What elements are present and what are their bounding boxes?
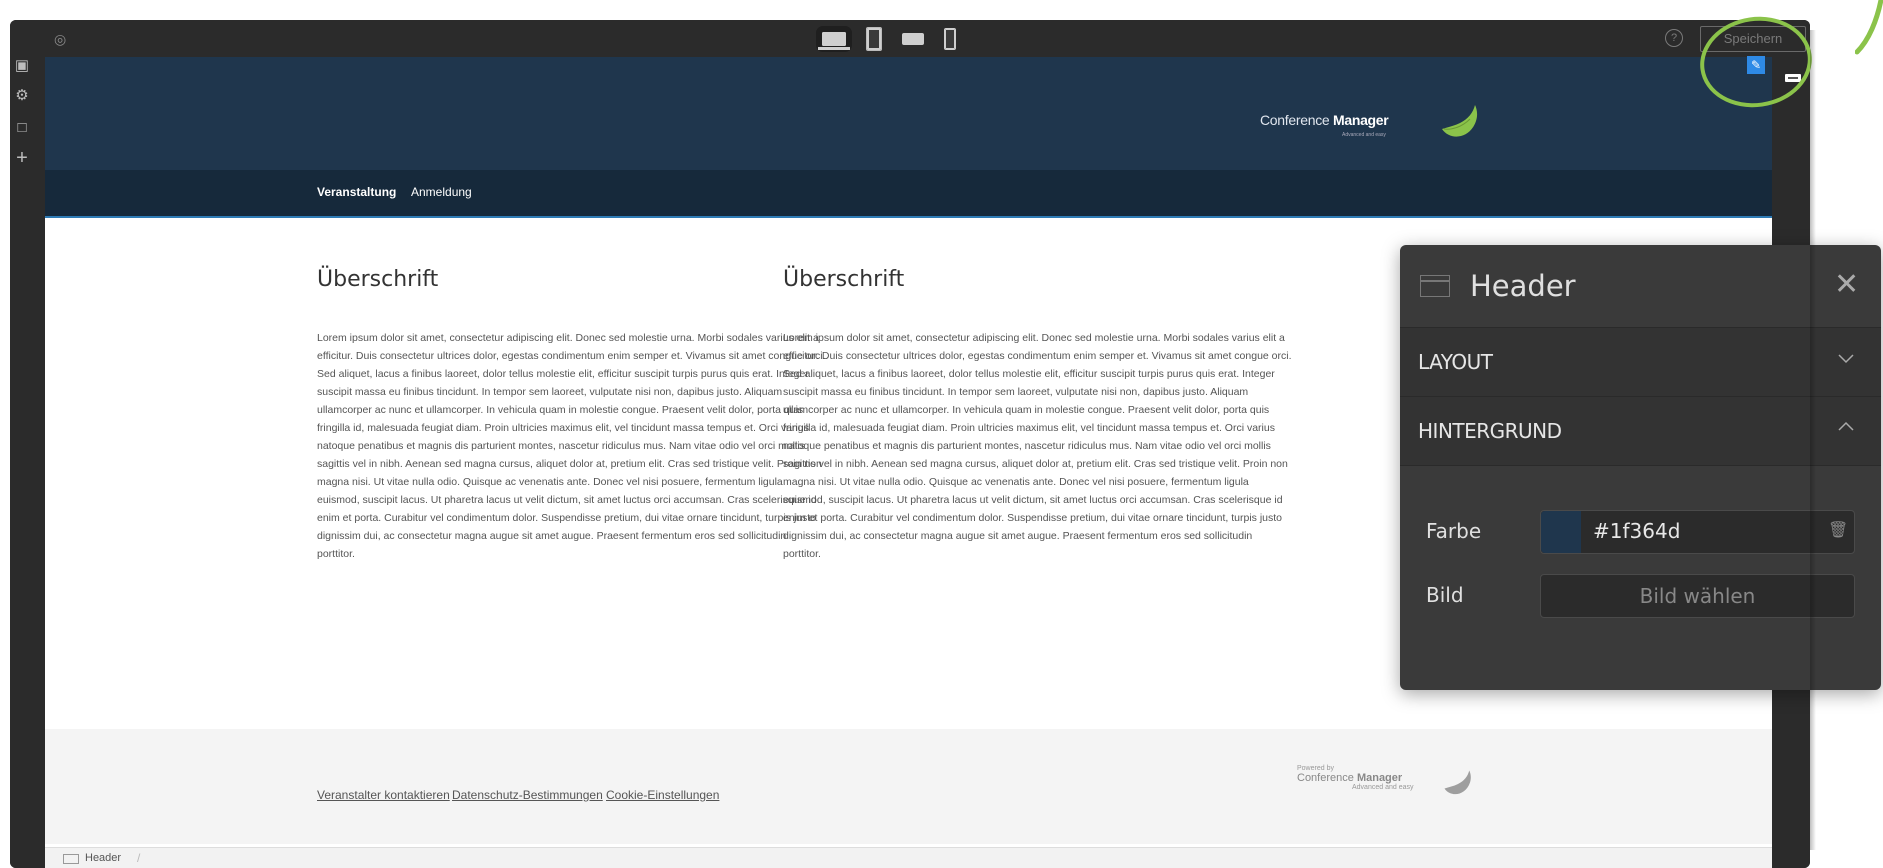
section-hintergrund[interactable]: HINTERGRUND — [1400, 396, 1881, 466]
nav-item-anmeldung[interactable]: Anmeldung — [411, 185, 472, 199]
close-icon[interactable]: ✕ — [1834, 267, 1859, 302]
phone-icon[interactable] — [944, 28, 956, 50]
help-icon[interactable]: ? — [1665, 29, 1683, 47]
breadcrumb: Header / — [45, 847, 1772, 868]
color-value[interactable]: #1f364d — [1593, 519, 1680, 543]
column-heading: Überschrift — [783, 267, 905, 292]
image-label: Bild — [1426, 583, 1464, 607]
site-logo: Conference Manager Advanced and easy — [1260, 112, 1389, 138]
tablet-landscape-icon[interactable] — [902, 33, 924, 45]
header-block-icon — [63, 854, 79, 864]
footer-leaf-icon — [1444, 770, 1471, 795]
nav-item-veranstaltung[interactable]: Veranstaltung — [317, 185, 396, 199]
logo-leaf-icon — [1442, 105, 1478, 137]
page-document-icon[interactable]: □ — [13, 119, 31, 137]
site-navigation: Veranstaltung Anmeldung — [45, 170, 1772, 218]
column-text: Lorem ipsum dolor sit amet, consectetur … — [783, 332, 1292, 560]
footer-link-cookies[interactable]: Cookie-Einstellungen — [606, 788, 719, 802]
section-label: HINTERGRUND — [1418, 419, 1562, 443]
column-heading: Überschrift — [317, 267, 439, 292]
tablet-portrait-icon[interactable] — [866, 27, 882, 51]
chevron-down-icon — [1838, 354, 1854, 364]
annotation-arrow-icon — [1855, 0, 1883, 55]
color-label: Farbe — [1426, 519, 1482, 543]
powered-tagline: Advanced and easy — [1352, 784, 1414, 791]
color-field[interactable]: #1f364d 🗑 — [1540, 510, 1855, 554]
top-toolbar: ◎ ? Speichern — [10, 20, 1810, 57]
powered-by-logo: Powered by Conference Manager Advanced a… — [1297, 765, 1414, 791]
color-swatch[interactable] — [1541, 511, 1581, 553]
section-label: LAYOUT — [1418, 350, 1493, 374]
preview-eye-icon[interactable]: ◎ — [54, 30, 72, 48]
add-plus-icon[interactable]: + — [13, 148, 31, 168]
footer-link-privacy[interactable]: Datenschutz-Bestimmungen — [452, 788, 603, 802]
panel-title: Header — [1470, 269, 1576, 303]
desktop-icon[interactable] — [816, 26, 852, 52]
section-layout[interactable]: LAYOUT — [1400, 327, 1881, 397]
breadcrumb-item-header[interactable]: Header — [85, 852, 121, 864]
logo-text: Conference Manager — [1260, 112, 1389, 128]
powered-brand: Conference Manager — [1297, 772, 1403, 784]
site-footer: Veranstalter kontaktieren Datenschutz-Be… — [45, 729, 1772, 844]
header-settings-panel: Header ✕ LAYOUT HINTERGRUND Farbe #1f364… — [1400, 245, 1881, 690]
site-header[interactable]: Conference Manager Advanced and easy — [45, 57, 1772, 170]
logo-tagline: Advanced and easy — [1342, 132, 1386, 138]
panel-header: Header ✕ — [1400, 245, 1881, 327]
footer-link-contact[interactable]: Veranstalter kontaktieren — [317, 788, 450, 802]
breadcrumb-separator: / — [137, 851, 141, 865]
powered-by-label: Powered by — [1297, 765, 1334, 772]
settings-gear-icon[interactable]: ⚙ — [13, 87, 31, 105]
device-switcher — [816, 24, 956, 54]
choose-image-button[interactable]: Bild wählen — [1540, 574, 1855, 618]
left-sidebar: ▣ ⚙ □ + — [10, 57, 46, 868]
trash-icon[interactable]: 🗑 — [1828, 522, 1848, 540]
column-text: Lorem ipsum dolor sit amet, consectetur … — [317, 332, 826, 560]
header-block-icon — [1420, 275, 1450, 297]
window-shadow — [1810, 30, 1816, 850]
chevron-up-icon — [1838, 421, 1854, 431]
layout-window-icon[interactable]: ▣ — [13, 57, 31, 75]
